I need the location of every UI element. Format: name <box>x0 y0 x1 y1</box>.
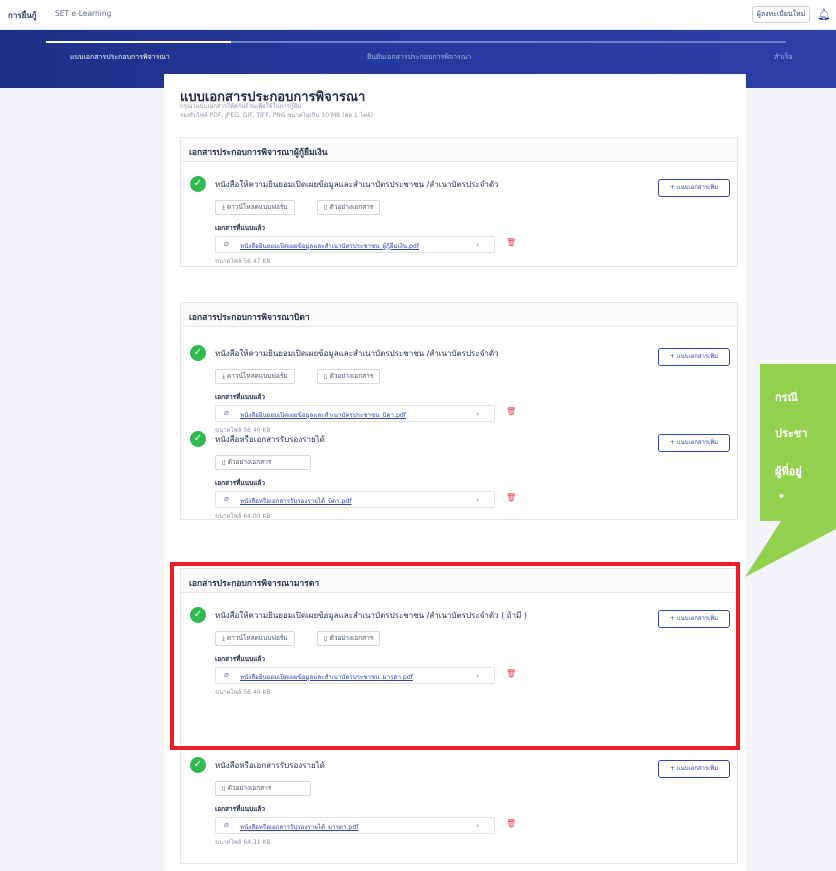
file-size: ขนาดไฟล์ 64.31 KB <box>215 839 271 846</box>
step-confirm: ยืนยันเอกสารประกอบการพิจารณา <box>367 53 472 61</box>
callout-pointer <box>745 521 836 577</box>
register-button[interactable]: ผู้ลงทะเบียนใหม่ <box>752 6 810 23</box>
sample-doc-label: ตัวอย่างเอกสาร <box>329 372 374 380</box>
paperclip-icon: ⌀ <box>224 408 229 417</box>
add-document-button[interactable]: + แนบเอกสารเพิ่ม <box>658 179 730 197</box>
attached-label: เอกสารที่แนบแล้ว <box>215 393 266 401</box>
doc-title: หนังสือให้ความยินยอมเปิดเผยข้อมูลและสำเน… <box>215 349 499 358</box>
callout-line-3: ผู้ที่อยู่ <box>775 465 802 478</box>
upload-hint: กรุณาแนบเอกสารให้ครบถ้วนเพื่อใช้ในการกู้… <box>180 102 373 120</box>
download-form-button[interactable]: ⤓ ดาวน์โหลดแบบฟอร์ม <box>215 369 295 384</box>
sample-doc-label: ตัวอย่างเอกสาร <box>227 458 272 466</box>
file-size: ขนาดไฟล์ 56.47 KB <box>215 258 271 265</box>
check-icon: ✓ <box>190 345 206 361</box>
section-father: เอกสารประกอบการพิจารณาบิดา ✓ หนังสือให้ค… <box>180 302 738 520</box>
brand-link[interactable]: การยื่นกู้ <box>8 9 37 22</box>
step-done: สำเร็จ <box>774 53 793 61</box>
callout-bullet: • <box>778 490 786 503</box>
file-link[interactable]: หนังสือหรือเอกสารรับรองรายได้_บิดา.pdf <box>240 496 351 506</box>
paperclip-icon: ⌀ <box>224 239 229 248</box>
sample-doc-label: ตัวอย่างเอกสาร <box>329 203 374 211</box>
file-row: ⌀ หนังสือหรือเอกสารรับรองรายได้_บิดา.pdf… <box>215 491 495 508</box>
section-borrower: เอกสารประกอบการพิจารณาผู้กู้ยืมเงิน ✓ หน… <box>180 137 738 267</box>
chevron-right-icon[interactable]: › <box>476 409 479 418</box>
download-form-label: ดาวน์โหลดแบบฟอร์ม <box>226 203 288 211</box>
sample-doc-button[interactable]: ▯ ตัวอย่างเอกสาร <box>215 455 311 470</box>
doc-title: หนังสือให้ความยินยอมเปิดเผยข้อมูลและสำเน… <box>215 180 499 189</box>
file-link[interactable]: หนังสือยินยอมเปิดเผยข้อมูลและสำเนาบัตรปร… <box>240 241 419 251</box>
trash-icon[interactable]: 🗑︎ <box>506 819 516 828</box>
highlight-box <box>170 562 740 750</box>
check-icon: ✓ <box>190 176 206 192</box>
paperclip-icon: ⌀ <box>224 494 229 503</box>
file-row: ⌀ หนังสือยินยอมเปิดเผยข้อมูลและสำเนาบัตร… <box>215 236 495 253</box>
sample-doc-button[interactable]: ▯ ตัวอย่างเอกสาร <box>317 200 381 215</box>
chevron-right-icon[interactable]: › <box>476 495 479 504</box>
section-title: เอกสารประกอบการพิจารณาผู้กู้ยืมเงิน <box>181 138 737 162</box>
callout-line-1: กรณี <box>775 391 798 404</box>
top-bar: การยื่นกู้ SET e-Learning ผู้ลงทะเบียนให… <box>0 0 836 30</box>
chevron-right-icon[interactable]: › <box>476 821 479 830</box>
hint-line-1: กรุณาแนบเอกสารให้ครบถ้วนเพื่อใช้ในการกู้… <box>180 103 302 110</box>
section-title: เอกสารประกอบการพิจารณาบิดา <box>181 303 737 327</box>
brand-subtitle: SET e-Learning <box>55 9 112 18</box>
sample-doc-label: ตัวอย่างเอกสาร <box>227 784 272 792</box>
trash-icon[interactable]: 🗑︎ <box>506 407 516 416</box>
trash-icon[interactable]: 🗑︎ <box>506 238 516 247</box>
add-document-button[interactable]: + แนบเอกสารเพิ่ม <box>658 434 730 452</box>
doc-title: หนังสือหรือเอกสารรับรองรายได้ <box>215 435 325 444</box>
doc-title: หนังสือหรือเอกสารรับรองรายได้ <box>215 761 325 770</box>
attached-label: เอกสารที่แนบแล้ว <box>215 224 266 232</box>
trash-icon[interactable]: 🗑︎ <box>506 493 516 502</box>
file-link[interactable]: หนังสือยินยอมเปิดเผยข้อมูลและสำเนาบัตรปร… <box>240 410 406 420</box>
file-row: ⌀ หนังสือยินยอมเปิดเผยข้อมูลและสำเนาบัตร… <box>215 405 495 422</box>
file-link[interactable]: หนังสือหรือเอกสารรับรองรายได้_มารดา.pdf <box>240 822 358 832</box>
download-form-button[interactable]: ⤓ ดาวน์โหลดแบบฟอร์ม <box>215 200 295 215</box>
paperclip-icon: ⌀ <box>224 820 229 829</box>
bell-icon[interactable]: 🔔︎ <box>817 8 831 21</box>
hint-line-2: รองรับไฟล์ PDF, JPEG, GIF, TIFF, PNG ขนา… <box>180 112 373 119</box>
attached-label: เอกสารที่แนบแล้ว <box>215 805 266 813</box>
file-row: ⌀ หนังสือหรือเอกสารรับรองรายได้_มารดา.pd… <box>215 817 495 834</box>
check-icon: ✓ <box>190 757 206 773</box>
stepper-progress <box>46 41 231 43</box>
attached-label: เอกสารที่แนบแล้ว <box>215 479 266 487</box>
download-form-label: ดาวน์โหลดแบบฟอร์ม <box>226 372 288 380</box>
file-size: ขนาดไฟล์ 64.00 KB <box>215 513 271 520</box>
add-document-button[interactable]: + แนบเอกสารเพิ่ม <box>658 760 730 778</box>
add-document-button[interactable]: + แนบเอกสารเพิ่ม <box>658 348 730 366</box>
chevron-right-icon[interactable]: › <box>476 240 479 249</box>
step-documents: แบบเอกสารประกอบการพิจารณา <box>70 53 170 61</box>
check-icon: ✓ <box>190 431 206 447</box>
sample-doc-button[interactable]: ▯ ตัวอย่างเอกสาร <box>215 781 311 796</box>
callout-line-2: ประชา <box>775 427 808 440</box>
sample-doc-button[interactable]: ▯ ตัวอย่างเอกสาร <box>317 369 381 384</box>
callout-box: กรณี ประชา ผู้ที่อยู่ • <box>760 364 836 521</box>
